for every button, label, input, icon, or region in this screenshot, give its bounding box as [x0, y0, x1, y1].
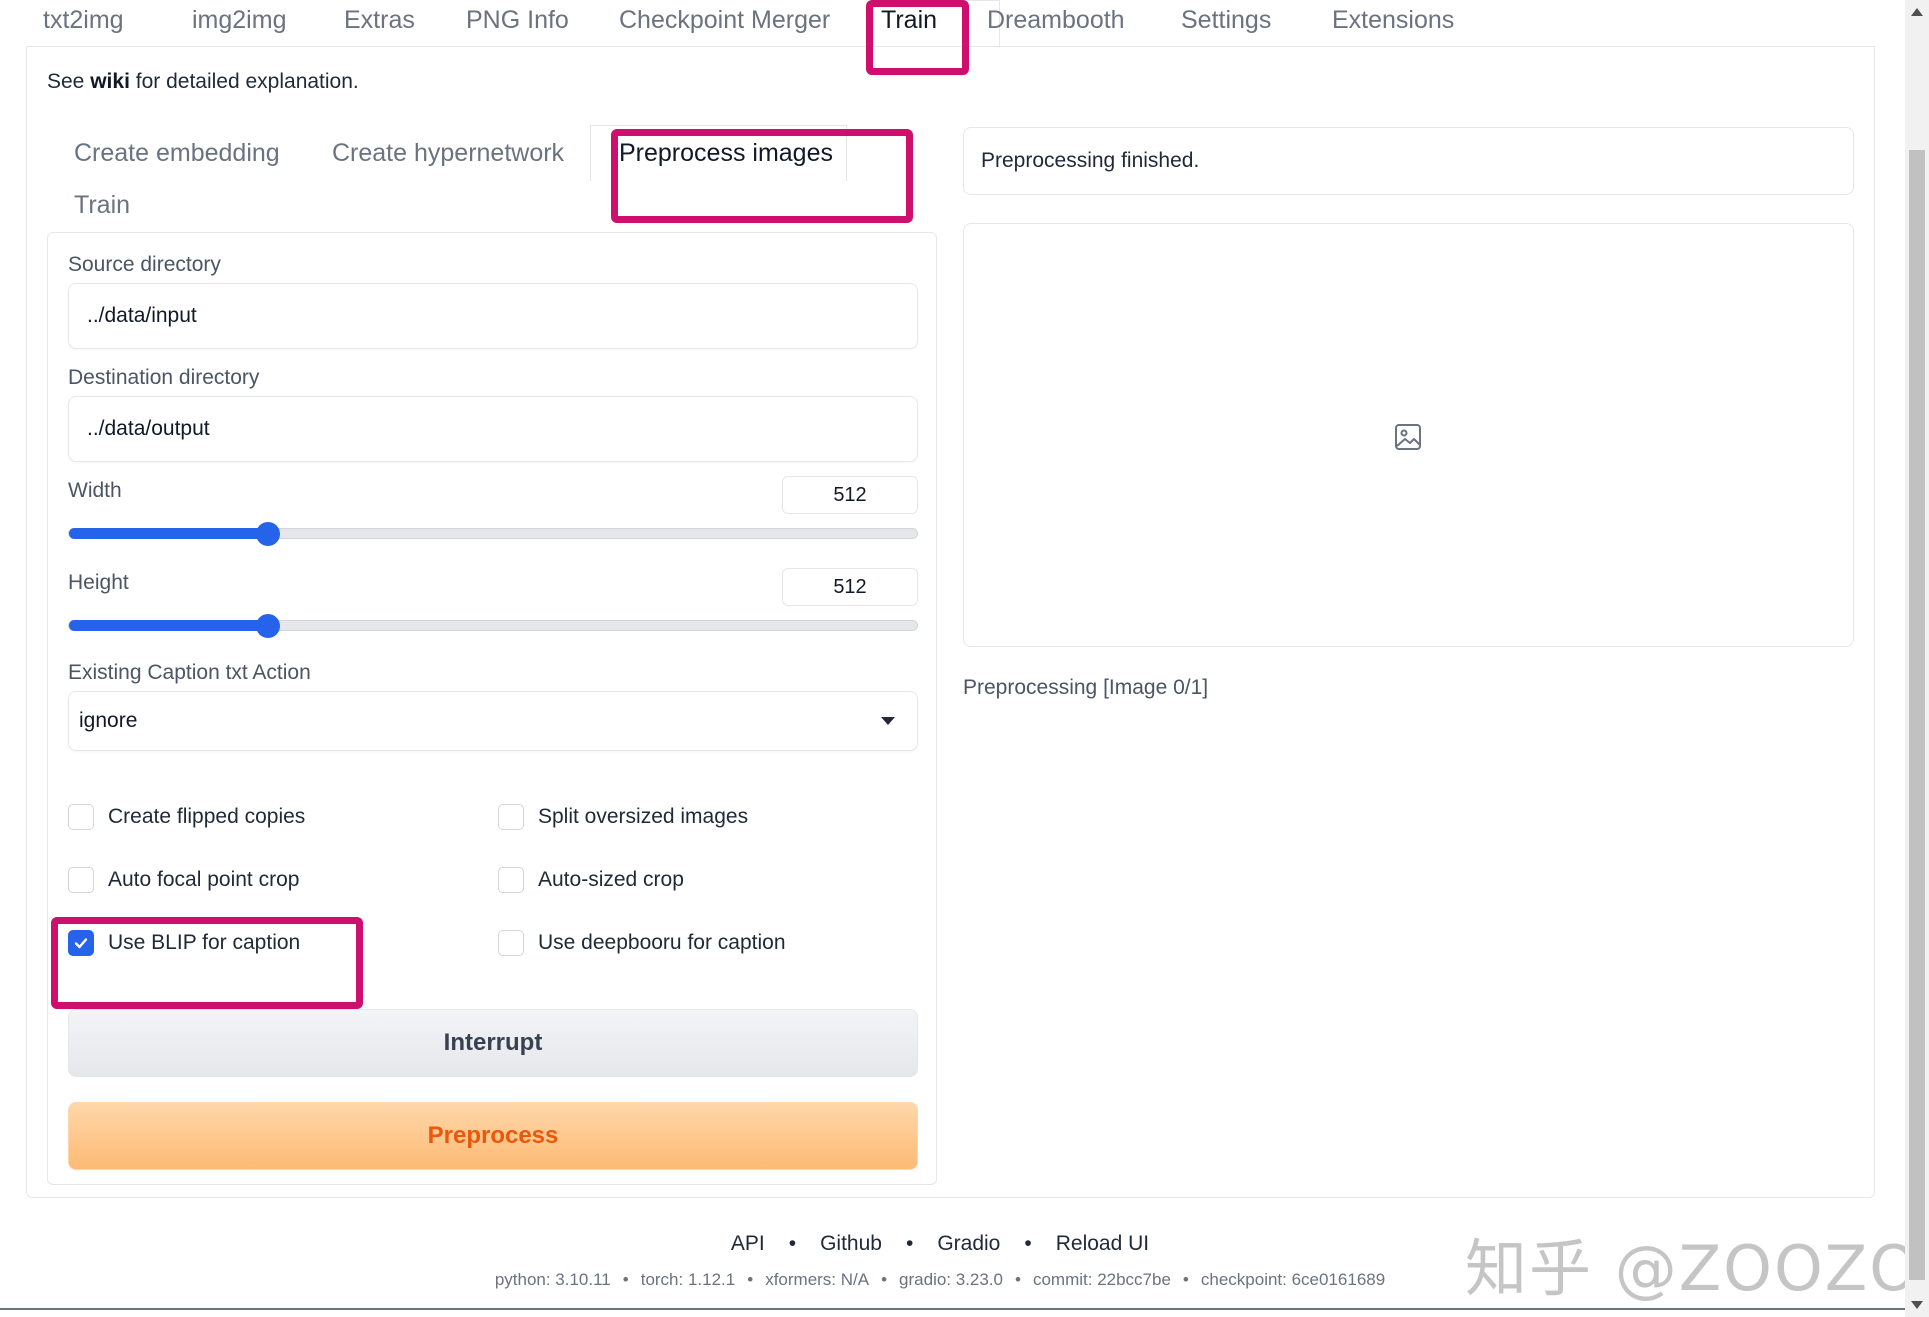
- tab-create-hypernetwork[interactable]: Create hypernetwork: [332, 139, 564, 168]
- caption-action-dropdown[interactable]: ignore: [68, 691, 918, 751]
- vertical-scrollbar[interactable]: [1905, 0, 1929, 1317]
- checkbox-label: Auto-sized crop: [538, 868, 684, 891]
- height-slider-fill: [69, 620, 269, 631]
- checkbox-label: Create flipped copies: [108, 805, 306, 828]
- height-label: Height: [68, 571, 129, 594]
- width-label: Width: [68, 479, 122, 502]
- footer-link-gradio[interactable]: Gradio: [937, 1232, 1000, 1255]
- tab-png-info[interactable]: PNG Info: [466, 6, 569, 35]
- checkbox-box[interactable]: [68, 867, 94, 893]
- checkbox-label: Split oversized images: [538, 805, 749, 828]
- wiki-suffix: for detailed explanation.: [135, 70, 359, 93]
- checkbox-auto-focal-crop[interactable]: Auto focal point crop: [68, 865, 299, 895]
- width-slider-fill: [69, 528, 269, 539]
- checkbox-auto-sized-crop[interactable]: Auto-sized crop: [498, 865, 684, 895]
- output-gallery[interactable]: [963, 223, 1854, 647]
- source-dir-value: ../data/input: [87, 304, 197, 327]
- status-text: Preprocessing finished.: [981, 149, 1200, 172]
- footer-separator: •: [788, 1232, 797, 1255]
- window-bottom-edge: [0, 1308, 1905, 1310]
- tab-train-sub[interactable]: Train: [74, 191, 130, 220]
- caption-action-value: ignore: [79, 709, 138, 732]
- version-gradio: gradio: 3.23.0: [899, 1270, 1004, 1289]
- height-slider-thumb[interactable]: [256, 614, 281, 638]
- dest-dir-input[interactable]: ../data/output: [68, 396, 918, 462]
- preprocess-form: Source directory ../data/input Destinati…: [47, 232, 937, 1185]
- wiki-prefix: See: [47, 70, 85, 93]
- footer-separator: •: [622, 1270, 629, 1289]
- checkbox-box[interactable]: [498, 867, 524, 893]
- tab-dreambooth[interactable]: Dreambooth: [987, 6, 1125, 35]
- version-commit: commit: 22bcc7be: [1032, 1270, 1171, 1289]
- footer-separator: •: [1182, 1270, 1189, 1289]
- checkbox-box[interactable]: [498, 930, 524, 956]
- caption-action-label: Existing Caption txt Action: [68, 661, 311, 684]
- wiki-hint: See wiki for detailed explanation.: [47, 70, 359, 94]
- preprocess-button[interactable]: Preprocess: [68, 1102, 918, 1170]
- scrollbar-thumb[interactable]: [1909, 150, 1925, 1280]
- dest-dir-label: Destination directory: [68, 366, 260, 389]
- footer-separator: •: [905, 1232, 914, 1255]
- highlight-preprocess-tab: [611, 129, 913, 223]
- wiki-link[interactable]: wiki: [90, 70, 130, 93]
- source-dir-label: Source directory: [68, 253, 221, 276]
- footer-link-api[interactable]: API: [731, 1232, 765, 1255]
- source-dir-input[interactable]: ../data/input: [68, 283, 918, 349]
- highlight-blip-checkbox: [51, 917, 363, 1009]
- checkbox-label: Auto focal point crop: [108, 868, 300, 891]
- scroll-up-arrow-icon[interactable]: [1911, 8, 1923, 16]
- tab-settings[interactable]: Settings: [1181, 6, 1271, 35]
- width-slider-thumb[interactable]: [256, 522, 281, 546]
- tab-img2img[interactable]: img2img: [192, 6, 286, 35]
- image-icon: [1395, 424, 1421, 450]
- tab-txt2img[interactable]: txt2img: [43, 6, 124, 35]
- width-number-input[interactable]: 512: [782, 476, 918, 514]
- width-slider[interactable]: [68, 522, 918, 546]
- version-checkpoint: checkpoint: 6ce0161689: [1200, 1270, 1386, 1289]
- watermark: 知乎 @ZOOZOO: [1465, 1232, 1929, 1305]
- checkbox-split-oversized[interactable]: Split oversized images: [498, 802, 748, 832]
- checkbox-box[interactable]: [68, 804, 94, 830]
- status-output: Preprocessing finished.: [963, 127, 1854, 195]
- checkbox-create-flipped[interactable]: Create flipped copies: [68, 802, 305, 832]
- version-python: python: 3.10.11: [494, 1270, 611, 1289]
- scroll-down-arrow-icon[interactable]: [1911, 1301, 1923, 1309]
- footer-separator: •: [881, 1270, 888, 1289]
- version-torch: torch: 1.12.1: [640, 1270, 736, 1289]
- checkbox-box[interactable]: [498, 804, 524, 830]
- footer-separator: •: [747, 1270, 754, 1289]
- tab-extras[interactable]: Extras: [344, 6, 415, 35]
- checkbox-use-deepbooru[interactable]: Use deepbooru for caption: [498, 928, 786, 958]
- version-xformers: xformers: N/A: [765, 1270, 870, 1289]
- height-number-input[interactable]: 512: [782, 568, 918, 606]
- footer-separator: •: [1024, 1232, 1032, 1255]
- footer-separator: •: [1015, 1270, 1021, 1289]
- interrupt-button[interactable]: Interrupt: [68, 1009, 918, 1077]
- footer-link-reload-ui[interactable]: Reload UI: [1056, 1232, 1149, 1255]
- progress-text: Preprocessing [Image 0/1]: [963, 676, 1209, 699]
- footer-link-github[interactable]: Github: [820, 1232, 882, 1255]
- tab-create-embedding[interactable]: Create embedding: [74, 139, 280, 168]
- chevron-down-icon: [881, 717, 895, 725]
- tab-checkpoint-merger[interactable]: Checkpoint Merger: [619, 6, 830, 35]
- page: txt2img img2img Extras PNG Info Checkpoi…: [0, 0, 1929, 1317]
- dest-dir-value: ../data/output: [87, 417, 210, 440]
- height-slider[interactable]: [68, 614, 918, 638]
- tab-extensions[interactable]: Extensions: [1332, 6, 1454, 35]
- highlight-train-tab: [866, 0, 969, 75]
- checkbox-label: Use deepbooru for caption: [538, 931, 786, 954]
